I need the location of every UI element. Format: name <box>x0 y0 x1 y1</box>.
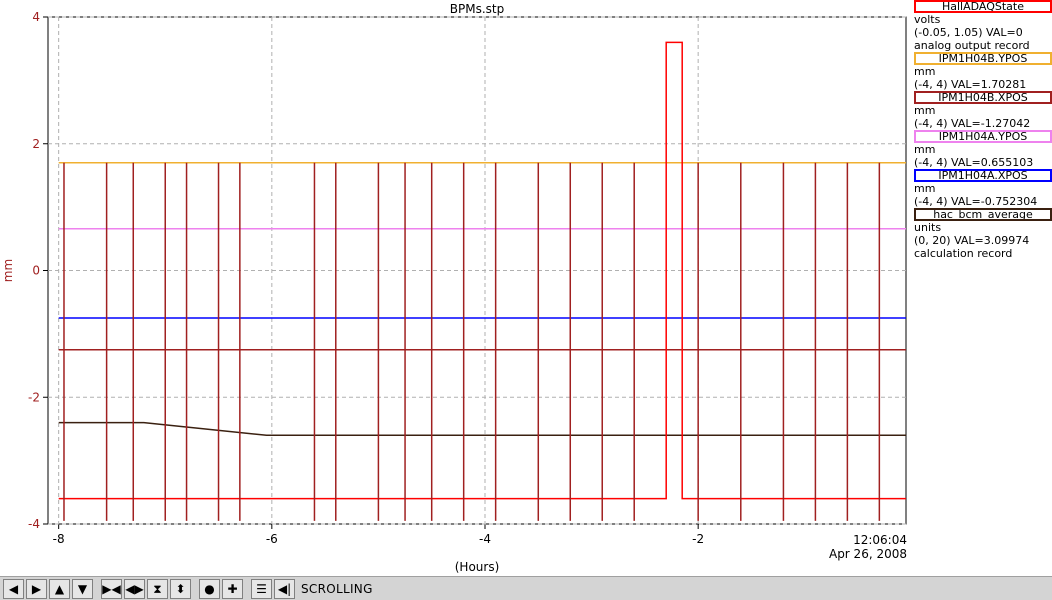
y-tick-label: 2 <box>32 137 40 151</box>
x-tick-label: -4 <box>479 532 491 546</box>
zoom-in-vertical-icon: ⧗ <box>153 581 162 596</box>
arrow-left-icon: ◀ <box>8 581 19 596</box>
legend-series-range-value: (-4, 4) VAL=-1.27042 <box>914 117 1031 130</box>
info-button[interactable]: ◀| <box>274 578 295 599</box>
x-tick-label: -2 <box>692 532 704 546</box>
legend: HallADAQState volts (-0.05, 1.05) VAL=0 ana… <box>912 0 1052 260</box>
y-tick-label: -2 <box>28 390 40 404</box>
scroll-left-button[interactable]: ◀ <box>3 578 24 599</box>
legend-series-name[interactable]: IPM1H04B.XPOS <box>914 91 1052 104</box>
legend-series-name[interactable]: IPM1H04B.YPOS <box>914 52 1052 65</box>
legend-series-name[interactable]: IPM1H04A.XPOS <box>914 169 1052 182</box>
legend-series-range-value: (0, 20) VAL=3.09974 <box>914 234 1030 247</box>
legend-series-range-value: (-4, 4) VAL=0.655103 <box>914 156 1034 169</box>
legend-series-unit: units <box>914 221 942 234</box>
arrow-right-icon: ▶ <box>31 581 42 596</box>
x-axis-label: (Hours) <box>455 560 500 574</box>
zoom-out-vertical-icon: ⬍ <box>175 581 186 596</box>
zoom-out-horizontal-icon: ◀▶ <box>125 581 144 596</box>
legend-series-name[interactable]: IPM1H04A.YPOS <box>914 130 1052 143</box>
legend-series-unit: mm <box>914 143 936 156</box>
record-button[interactable]: ● <box>199 578 220 599</box>
legend-series-unit: volts <box>914 13 941 26</box>
crosshair-icon: ✚ <box>227 581 238 596</box>
x-tick-label: -6 <box>266 532 278 546</box>
legend-series-record: analog output record <box>914 39 1030 52</box>
legend-series-range-value: (-0.05, 1.05) VAL=0 <box>914 26 1023 39</box>
scroll-right-button[interactable]: ▶ <box>26 578 47 599</box>
scroll-up-button[interactable]: ▲ <box>49 578 70 599</box>
scroll-down-button[interactable]: ▼ <box>72 578 93 599</box>
legend-series-unit: mm <box>914 182 936 195</box>
y-axis-label: mm <box>1 259 15 282</box>
record-icon: ● <box>204 581 215 596</box>
chart-title: BPMs.stp <box>450 2 504 16</box>
info-icon: ◀| <box>277 581 292 596</box>
legend-series-record: calculation record <box>914 247 1013 260</box>
config-button[interactable]: ☰ <box>251 578 272 599</box>
date-label: Apr 26, 2008 <box>829 547 907 561</box>
arrow-down-icon: ▼ <box>77 581 88 596</box>
scroll-status: SCROLLING <box>301 581 373 596</box>
zoom-in-vertical-button[interactable]: ⧗ <box>147 578 168 599</box>
zoom-out-horizontal-button[interactable]: ◀▶ <box>124 578 145 599</box>
y-tick-label: -4 <box>28 517 40 531</box>
y-tick-label: 0 <box>32 264 40 278</box>
x-tick-label: -8 <box>53 532 65 546</box>
zoom-in-horizontal-button[interactable]: ▶◀ <box>101 578 122 599</box>
zoom-in-horizontal-icon: ▶◀ <box>102 581 121 596</box>
legend-series-range-value: (-4, 4) VAL=-0.752304 <box>914 195 1038 208</box>
toolbar: ◀ ▶ ▲ ▼ ▶◀ ◀▶ ⧗ ⬍ ● ✚ ☰ ◀| SCROLLING <box>0 576 1052 600</box>
legend-series-unit: mm <box>914 65 936 78</box>
time-label: 12:06:04 <box>853 533 907 547</box>
config-icon: ☰ <box>256 581 267 596</box>
legend-series-unit: mm <box>914 104 936 117</box>
crosshair-button[interactable]: ✚ <box>222 578 243 599</box>
chart-plot: -8 -6 -4 -2 4 2 0 -2 -4 BPMs.stp (Hours) mm 12:06:04… <box>1 2 907 574</box>
arrow-up-icon: ▲ <box>54 581 65 596</box>
y-tick-label: 4 <box>32 10 40 24</box>
legend-series-name[interactable]: hac_bcm_average <box>914 208 1052 221</box>
zoom-out-vertical-button[interactable]: ⬍ <box>170 578 191 599</box>
legend-series-range-value: (-4, 4) VAL=1.70281 <box>914 78 1027 91</box>
legend-series-name[interactable]: HallADAQState <box>914 0 1052 13</box>
